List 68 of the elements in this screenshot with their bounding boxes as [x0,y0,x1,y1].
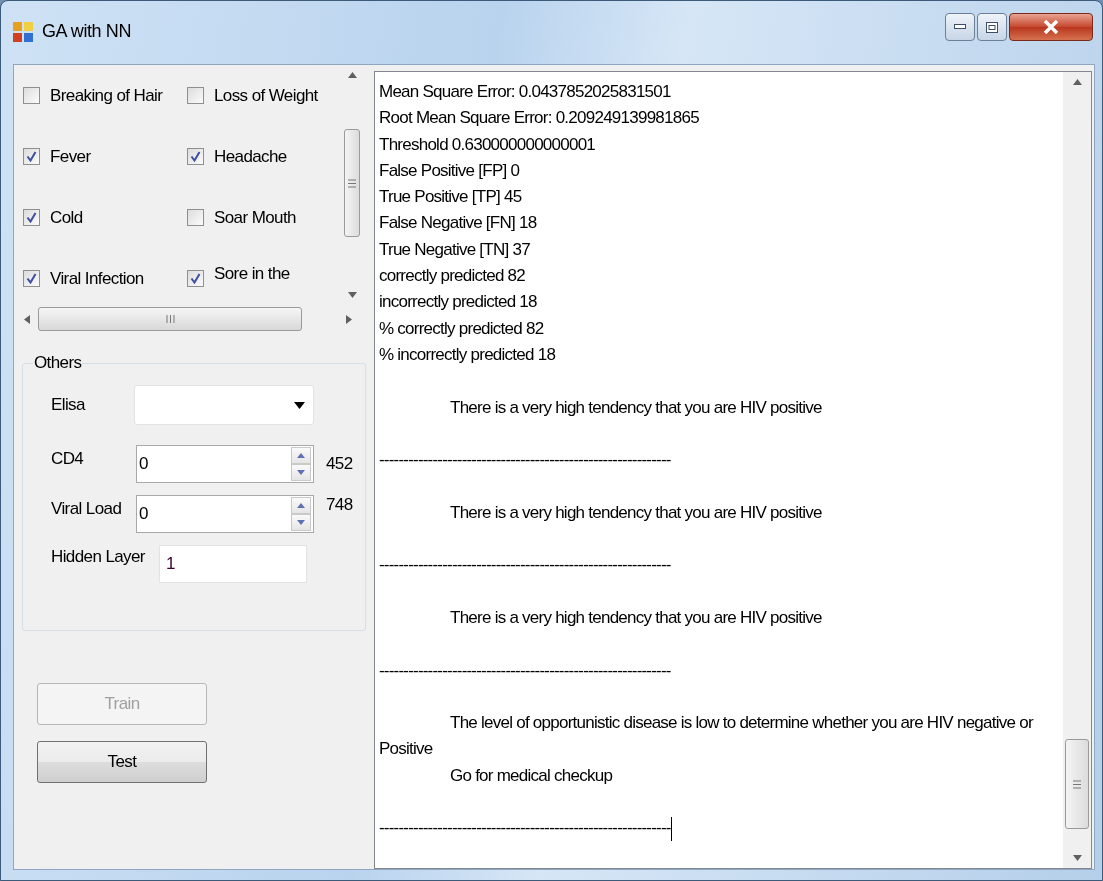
output-line: % correctly predicted 82 [379,317,545,340]
checkbox[interactable] [187,209,204,226]
scroll-left-arrow-icon[interactable] [24,314,30,324]
window-title: GA with NN [42,21,132,42]
field-label: Viral Load [51,499,123,519]
output-line: True Negative [TN] 37 [379,238,531,261]
scroll-right-arrow-icon[interactable] [346,314,352,324]
field-label: Elisa [51,395,87,415]
checkbox[interactable] [187,148,204,165]
checkbox[interactable] [23,209,40,226]
message-text: There is a very high tendency that you are HIV positive [449,606,823,629]
minimize-button[interactable] [945,13,975,41]
checkbox-label: Breaking of Hair [50,85,163,106]
scroll-down-arrow-icon[interactable] [1072,855,1082,861]
output-line: % incorrectly predicted 18 [379,343,557,366]
action-button[interactable]: Test [37,741,207,783]
separator-line: ------------------------------------------------------------ [379,818,671,838]
dropdown-arrow-icon [294,401,305,409]
number-field[interactable]: 0 [136,445,314,483]
message-text: Go for medical checkup [449,764,614,787]
field-label: Hidden Layer [51,547,145,567]
scroll-down-arrow-icon[interactable] [347,292,357,298]
output-line: True Positive [TP] 45 [379,186,523,209]
checkbox-label: Sore in the [214,264,290,284]
grip-icon [165,315,175,323]
message-text: There is a very high tendency that you are HIV positive [449,501,823,524]
checkbox[interactable] [23,148,40,165]
field-reading: 748 [326,495,353,515]
output-line: incorrectly predicted 18 [379,291,538,314]
field-reading: 452 [326,454,353,474]
close-icon [1043,20,1059,34]
number-field[interactable]: 0 [136,495,314,533]
close-button[interactable] [1009,13,1093,41]
separator-line: ------------------------------------------------------------ [379,660,671,680]
output-line: Threshold 0.630000000000001 [379,133,597,156]
message-text: There is a very high tendency that you are HIV positive [449,396,823,419]
checkbox-label: Viral Infection [50,268,144,289]
checkbox[interactable] [23,87,40,104]
separator-line: ------------------------------------------------------------ [379,450,671,470]
checkbox[interactable] [187,87,204,104]
maximize-icon [986,21,998,33]
message-text: The level of opportunistic disease is low to determine whether you are HIV negative or Positive [379,712,1035,761]
spin-buttons[interactable] [291,497,311,531]
group-title: Others [33,353,83,373]
scroll-up-arrow-icon[interactable] [1072,79,1082,85]
grip-icon [1073,779,1081,789]
output-line: False Negative [FN] 18 [379,212,538,235]
input-field[interactable]: 1 [158,545,307,583]
vertical-scrollbar[interactable] [1063,72,1091,868]
minimize-icon [954,24,966,30]
checkbox-label: Cold [50,207,83,228]
output-line: False Positive [FP] 0 [379,159,521,182]
output-line: Root Mean Square Error: 0.209249139981865 [379,107,700,130]
output-line: correctly predicted 82 [379,265,527,288]
scroll-up-arrow-icon[interactable] [347,72,357,78]
grip-icon [348,178,356,188]
checkbox-label: Soar Mouth [214,207,296,228]
spin-buttons[interactable] [291,447,311,481]
checkbox[interactable] [23,270,40,287]
checkbox-label: Loss of Weight [214,85,318,106]
maximize-button[interactable] [977,13,1007,41]
app-icon [13,21,33,42]
checkbox[interactable] [187,270,204,287]
checkbox-label: Fever [50,146,91,167]
separator-line: ------------------------------------------------------------ [379,555,671,575]
checkbox-label: Headache [214,146,287,167]
field-label: CD4 [51,449,85,469]
output-line: Mean Square Error: 0.0437852025831501 [379,81,672,103]
